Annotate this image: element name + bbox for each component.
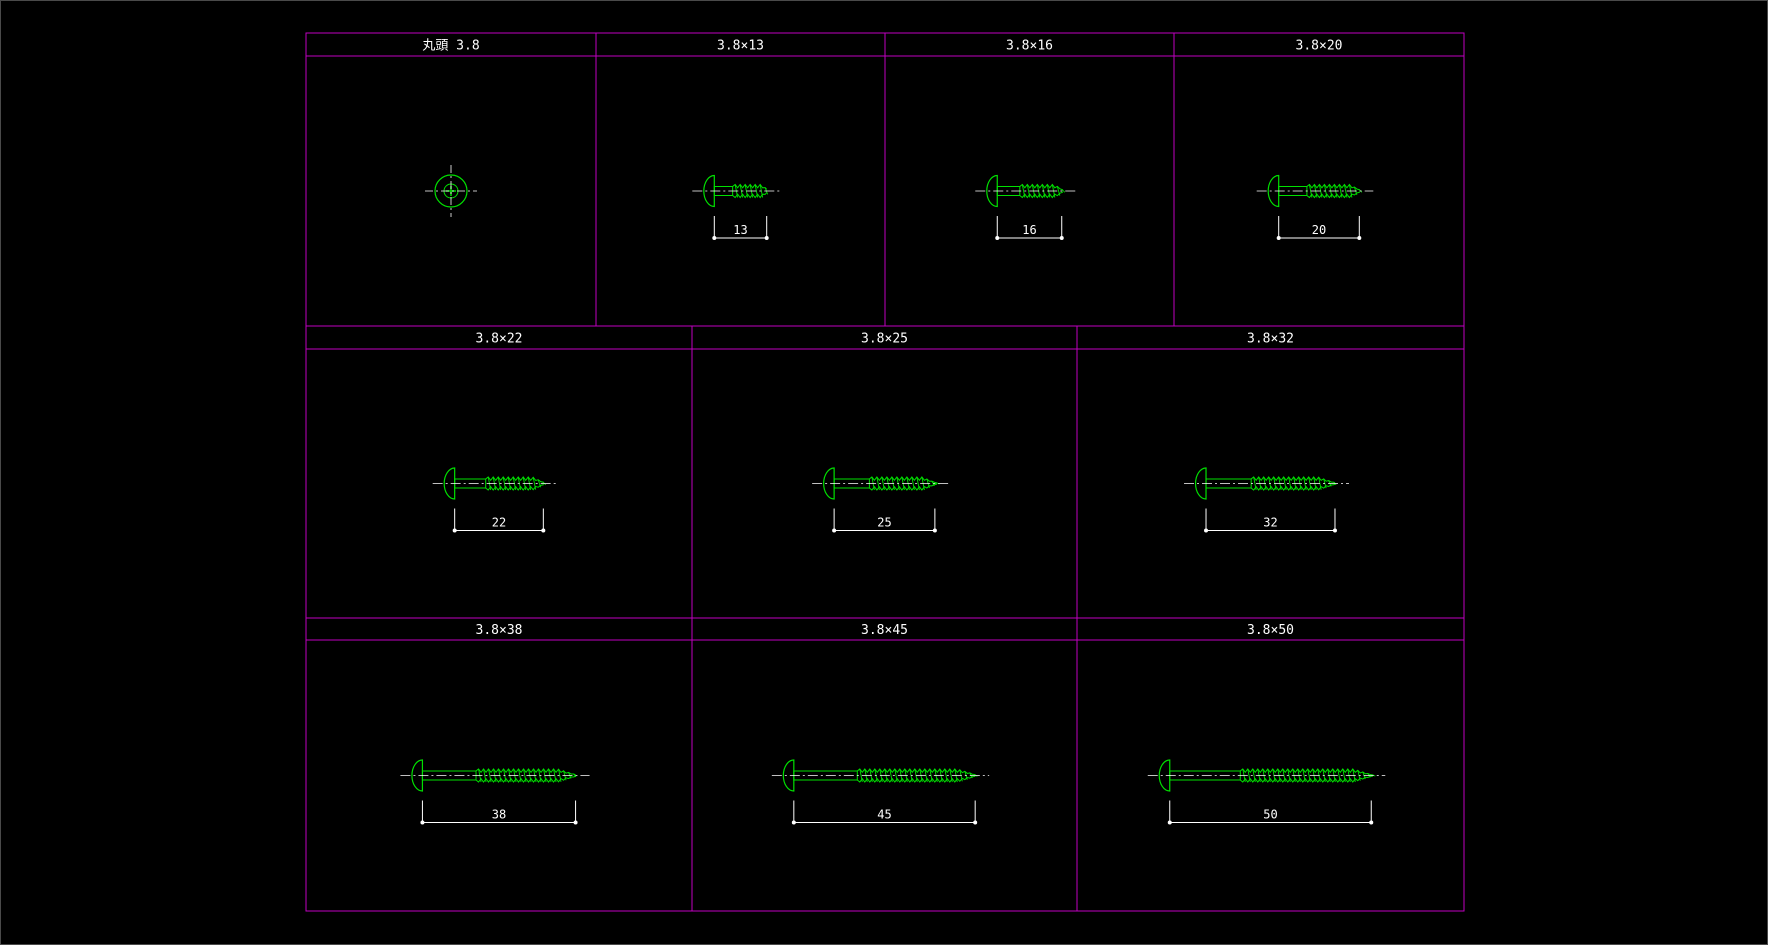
screw-side-view: 22 bbox=[432, 467, 558, 533]
dimension-dot-right bbox=[973, 820, 978, 825]
screw-side-view: 25 bbox=[812, 467, 949, 533]
dimension-dot-left bbox=[791, 820, 796, 825]
dimension-dot-left bbox=[1276, 236, 1281, 240]
dimension-dot-right bbox=[1059, 236, 1064, 240]
dimension-dot-right bbox=[932, 528, 937, 533]
dimension-dot-right bbox=[1357, 236, 1362, 240]
thread-top bbox=[732, 183, 768, 190]
dimension-dot-left bbox=[1204, 528, 1209, 533]
cell-title: 3.8×50 bbox=[1247, 623, 1294, 638]
screw-side-view: 45 bbox=[771, 759, 990, 825]
dimension-dot-right bbox=[573, 820, 578, 825]
screw-top-view bbox=[425, 165, 477, 217]
cad-drawing-sheet: 丸頭 3.8 3.8×13 3.8×16 3.8×20 3.8×22 3.8×25 3.8×… bbox=[305, 32, 1465, 912]
dimension-label: 16 bbox=[1022, 223, 1036, 237]
thread-top bbox=[1019, 183, 1064, 191]
dimension-dot-right bbox=[764, 236, 769, 240]
dimension-dot-right bbox=[1332, 528, 1337, 533]
dimension-label: 25 bbox=[877, 516, 891, 530]
dimension-label: 38 bbox=[492, 808, 506, 822]
dimension-label: 22 bbox=[492, 516, 506, 530]
cell-title: 3.8×38 bbox=[476, 623, 523, 638]
screw-side-view: 50 bbox=[1147, 759, 1386, 825]
screw-side-view: 32 bbox=[1184, 467, 1349, 533]
screw-side-view: 16 bbox=[975, 174, 1076, 240]
cell-title: 3.8×25 bbox=[861, 332, 908, 347]
dimension-dot-left bbox=[712, 236, 717, 240]
dimension-label: 13 bbox=[733, 223, 747, 237]
cell-titles: 丸頭 3.8 3.8×13 3.8×16 3.8×20 3.8×22 3.8×25 3.8×… bbox=[422, 39, 1342, 639]
dimension-dot-left bbox=[995, 236, 1000, 240]
dimension-label: 32 bbox=[1263, 516, 1277, 530]
cell-title: 3.8×45 bbox=[861, 623, 908, 638]
dimension-dot-left bbox=[1167, 820, 1172, 825]
thread-bottom bbox=[1250, 483, 1336, 491]
cell-title: 3.8×20 bbox=[1296, 39, 1343, 54]
cell-title: 3.8×13 bbox=[717, 39, 764, 54]
dimension-label: 20 bbox=[1312, 223, 1326, 237]
screw-side-view: 13 bbox=[692, 174, 781, 240]
dimension-dot-left bbox=[420, 820, 425, 825]
screw-drawings: 13 16 20 22 25 32 38 45 50 bbox=[400, 165, 1386, 825]
cell-title: 3.8×16 bbox=[1006, 39, 1053, 54]
dimension-dot-right bbox=[541, 528, 546, 533]
dimension-dot-left bbox=[452, 528, 457, 533]
cell-title: 丸頭 3.8 bbox=[422, 39, 479, 54]
dimension-label: 45 bbox=[877, 808, 891, 822]
thread-bottom bbox=[1019, 191, 1064, 199]
screw-side-view: 38 bbox=[400, 759, 590, 825]
cell-title: 3.8×22 bbox=[476, 332, 523, 347]
cell-title: 3.8×32 bbox=[1247, 332, 1294, 347]
thread-crest bbox=[1062, 189, 1066, 193]
thread-top bbox=[475, 768, 576, 776]
dimension-dot-right bbox=[1369, 820, 1374, 825]
dimension-label: 50 bbox=[1263, 808, 1277, 822]
screw-side-view: 20 bbox=[1256, 174, 1374, 240]
dimension-dot-left bbox=[832, 528, 837, 533]
